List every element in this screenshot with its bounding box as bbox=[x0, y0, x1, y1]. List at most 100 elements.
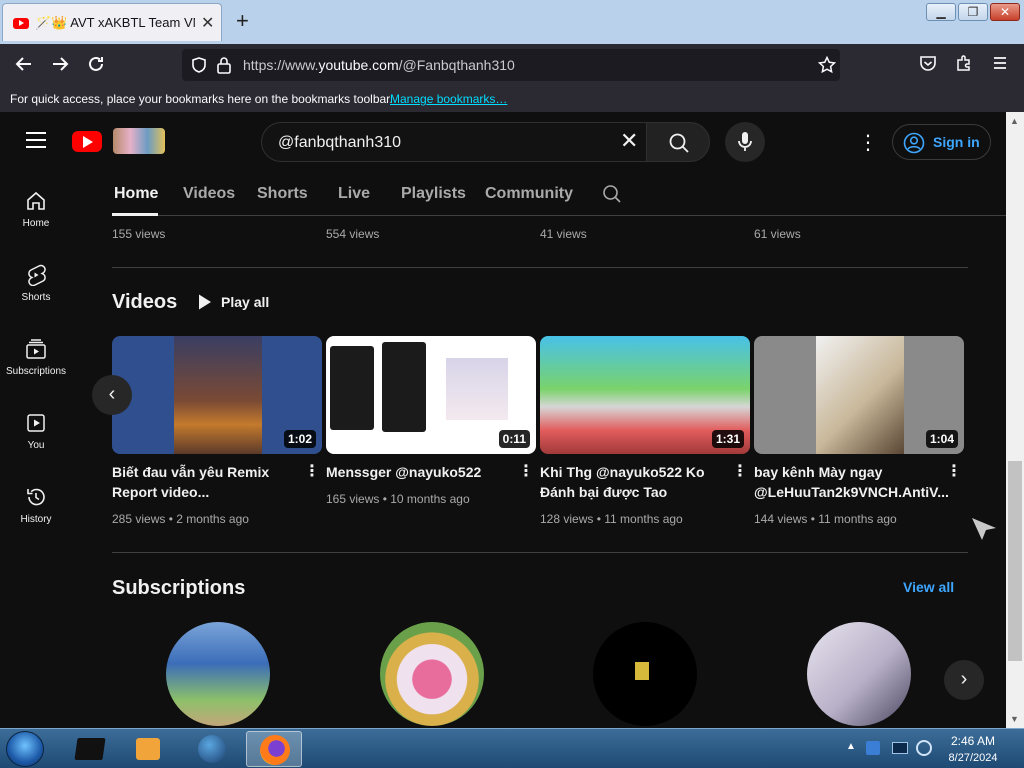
window-close-button[interactable]: ✕ bbox=[990, 3, 1020, 21]
guide-item-history[interactable]: History bbox=[0, 486, 72, 525]
guide-item-label: You bbox=[27, 440, 45, 451]
mouse-cursor-icon bbox=[972, 518, 996, 540]
app-menu-icon[interactable] bbox=[991, 54, 1009, 76]
video-thumbnail[interactable]: 0:11 bbox=[326, 336, 536, 454]
video-title[interactable]: Menssger @nayuko522 bbox=[326, 462, 516, 482]
play-all-label: Play all bbox=[221, 294, 270, 310]
app-window-icon bbox=[74, 738, 106, 760]
globe-icon bbox=[198, 735, 226, 763]
avatar[interactable] bbox=[166, 622, 270, 726]
extensions-icon[interactable] bbox=[955, 54, 973, 76]
video-meta: 128 views • 11 months ago bbox=[540, 512, 683, 526]
tab-close-icon[interactable]: ✕ bbox=[201, 13, 214, 33]
guide-item-shorts[interactable]: Shorts bbox=[0, 264, 72, 303]
tab-home[interactable]: Home bbox=[114, 185, 158, 203]
lock-icon[interactable] bbox=[216, 56, 232, 79]
video-thumbnail[interactable]: 1:04 bbox=[754, 336, 964, 454]
channel-tabs: Home Videos Shorts Live Playlists Commun… bbox=[112, 172, 1006, 216]
carousel-next-button[interactable]: › bbox=[944, 660, 984, 700]
video-title[interactable]: bay kênh Mày ngay @LeHuuTan2k9VNCH.AntiV… bbox=[754, 462, 949, 502]
youtube-doodle-image[interactable] bbox=[113, 128, 165, 154]
video-more-icon[interactable]: ⋮ bbox=[732, 461, 748, 481]
show-hidden-icons-icon[interactable]: ▲ bbox=[846, 741, 856, 752]
account-circle-icon bbox=[903, 132, 925, 154]
search-button[interactable] bbox=[646, 122, 710, 162]
channel-search-icon[interactable] bbox=[602, 184, 622, 204]
short-views: 61 views bbox=[754, 227, 801, 241]
start-button[interactable] bbox=[6, 731, 44, 767]
video-meta: 144 views • 11 months ago bbox=[754, 512, 897, 526]
sign-in-button[interactable]: Sign in bbox=[892, 124, 991, 160]
short-views: 41 views bbox=[540, 227, 587, 241]
search-icon bbox=[669, 133, 689, 153]
carousel-prev-button[interactable]: ‹ bbox=[92, 375, 132, 415]
video-duration: 0:11 bbox=[498, 430, 530, 448]
taskbar-firefox-button[interactable] bbox=[246, 731, 302, 767]
video-duration: 1:02 bbox=[283, 430, 316, 448]
videos-section-title[interactable]: Videos bbox=[112, 291, 177, 314]
subscriptions-section-title[interactable]: Subscriptions bbox=[112, 577, 245, 600]
clear-search-icon[interactable]: ✕ bbox=[620, 130, 638, 152]
taskbar-globe-button[interactable] bbox=[184, 731, 240, 767]
subscriptions-icon bbox=[26, 339, 46, 359]
taskbar-media-player-button[interactable] bbox=[120, 731, 176, 767]
tab-videos[interactable]: Videos bbox=[183, 185, 235, 203]
settings-more-icon[interactable]: ⋮ bbox=[858, 130, 878, 155]
voice-search-button[interactable] bbox=[725, 122, 765, 162]
manage-bookmarks-link[interactable]: Manage bookmarks… bbox=[390, 92, 507, 106]
tab-community[interactable]: Community bbox=[485, 185, 573, 203]
reload-icon[interactable] bbox=[86, 54, 106, 78]
search-query-text: @fanbqthanh310 bbox=[278, 134, 402, 151]
taskbar-app-button[interactable] bbox=[62, 731, 118, 767]
browser-tab-active[interactable]: 🪄👑 AVT xAKBTL Team VNCS - ✕ bbox=[2, 3, 222, 41]
video-title[interactable]: Biết đau vẫn yêu Remix Report video... bbox=[112, 462, 302, 502]
shorts-icon bbox=[28, 264, 46, 286]
video-more-icon[interactable]: ⋮ bbox=[946, 461, 962, 481]
video-more-icon[interactable]: ⋮ bbox=[518, 461, 534, 481]
view-all-link[interactable]: View all bbox=[903, 579, 954, 595]
url-text: https://www.youtube.com/@Fanbqthanh310 bbox=[243, 57, 515, 73]
tracking-shield-icon[interactable] bbox=[190, 56, 208, 79]
guide-item-you[interactable]: You bbox=[0, 412, 72, 451]
tab-live[interactable]: Live bbox=[338, 185, 370, 203]
avatar[interactable] bbox=[593, 622, 697, 726]
pocket-icon[interactable] bbox=[919, 54, 937, 76]
bookmark-star-icon[interactable] bbox=[817, 55, 837, 79]
clock-date[interactable]: 8/27/2024 bbox=[942, 752, 1004, 764]
url-bar[interactable]: https://www.youtube.com/@Fanbqthanh310 bbox=[182, 49, 840, 81]
scroll-up-icon[interactable]: ▲ bbox=[1010, 116, 1019, 126]
avatar[interactable] bbox=[807, 622, 911, 726]
guide-item-subscriptions[interactable]: Subscriptions bbox=[0, 338, 72, 377]
minimize-button[interactable]: ▁ bbox=[926, 3, 956, 21]
video-more-icon[interactable]: ⋮ bbox=[304, 461, 320, 481]
guide-menu-icon[interactable] bbox=[26, 132, 46, 148]
volume-icon[interactable] bbox=[916, 740, 932, 756]
youtube-masthead: @fanbqthanh310 ✕ ⋮ Sign in bbox=[0, 112, 1006, 172]
network-icon[interactable] bbox=[892, 742, 908, 754]
microphone-icon bbox=[738, 132, 752, 151]
section-divider bbox=[112, 267, 968, 268]
windows-taskbar: ▲ 2:46 AM 8/27/2024 bbox=[0, 728, 1024, 768]
page-scrollbar[interactable]: ▲ ▼ bbox=[1006, 112, 1024, 728]
restore-button[interactable]: ❐ bbox=[958, 3, 988, 21]
forward-icon[interactable] bbox=[50, 54, 70, 78]
avatar[interactable] bbox=[380, 622, 484, 726]
back-icon[interactable] bbox=[14, 54, 34, 78]
tab-playlists[interactable]: Playlists bbox=[401, 185, 466, 203]
search-input[interactable]: @fanbqthanh310 bbox=[261, 122, 647, 162]
clock-time[interactable]: 2:46 AM bbox=[942, 734, 1004, 748]
tab-shorts[interactable]: Shorts bbox=[257, 185, 308, 203]
scrollbar-thumb[interactable] bbox=[1008, 461, 1022, 661]
video-thumbnail[interactable]: 1:31 bbox=[540, 336, 750, 454]
new-tab-icon[interactable]: + bbox=[236, 8, 249, 34]
video-title[interactable]: Khi Thg @nayuko522 Ko Đánh bại được Tao bbox=[540, 462, 730, 502]
youtube-logo-icon[interactable] bbox=[72, 131, 102, 152]
home-icon bbox=[27, 191, 45, 210]
tray-app-icon[interactable] bbox=[866, 741, 880, 755]
video-meta: 165 views • 10 months ago bbox=[326, 492, 470, 506]
scroll-down-icon[interactable]: ▼ bbox=[1010, 714, 1019, 724]
section-divider bbox=[112, 552, 968, 553]
video-thumbnail[interactable]: 1:02 bbox=[112, 336, 322, 454]
guide-item-home[interactable]: Home bbox=[0, 190, 72, 229]
video-duration: 1:04 bbox=[925, 430, 958, 448]
